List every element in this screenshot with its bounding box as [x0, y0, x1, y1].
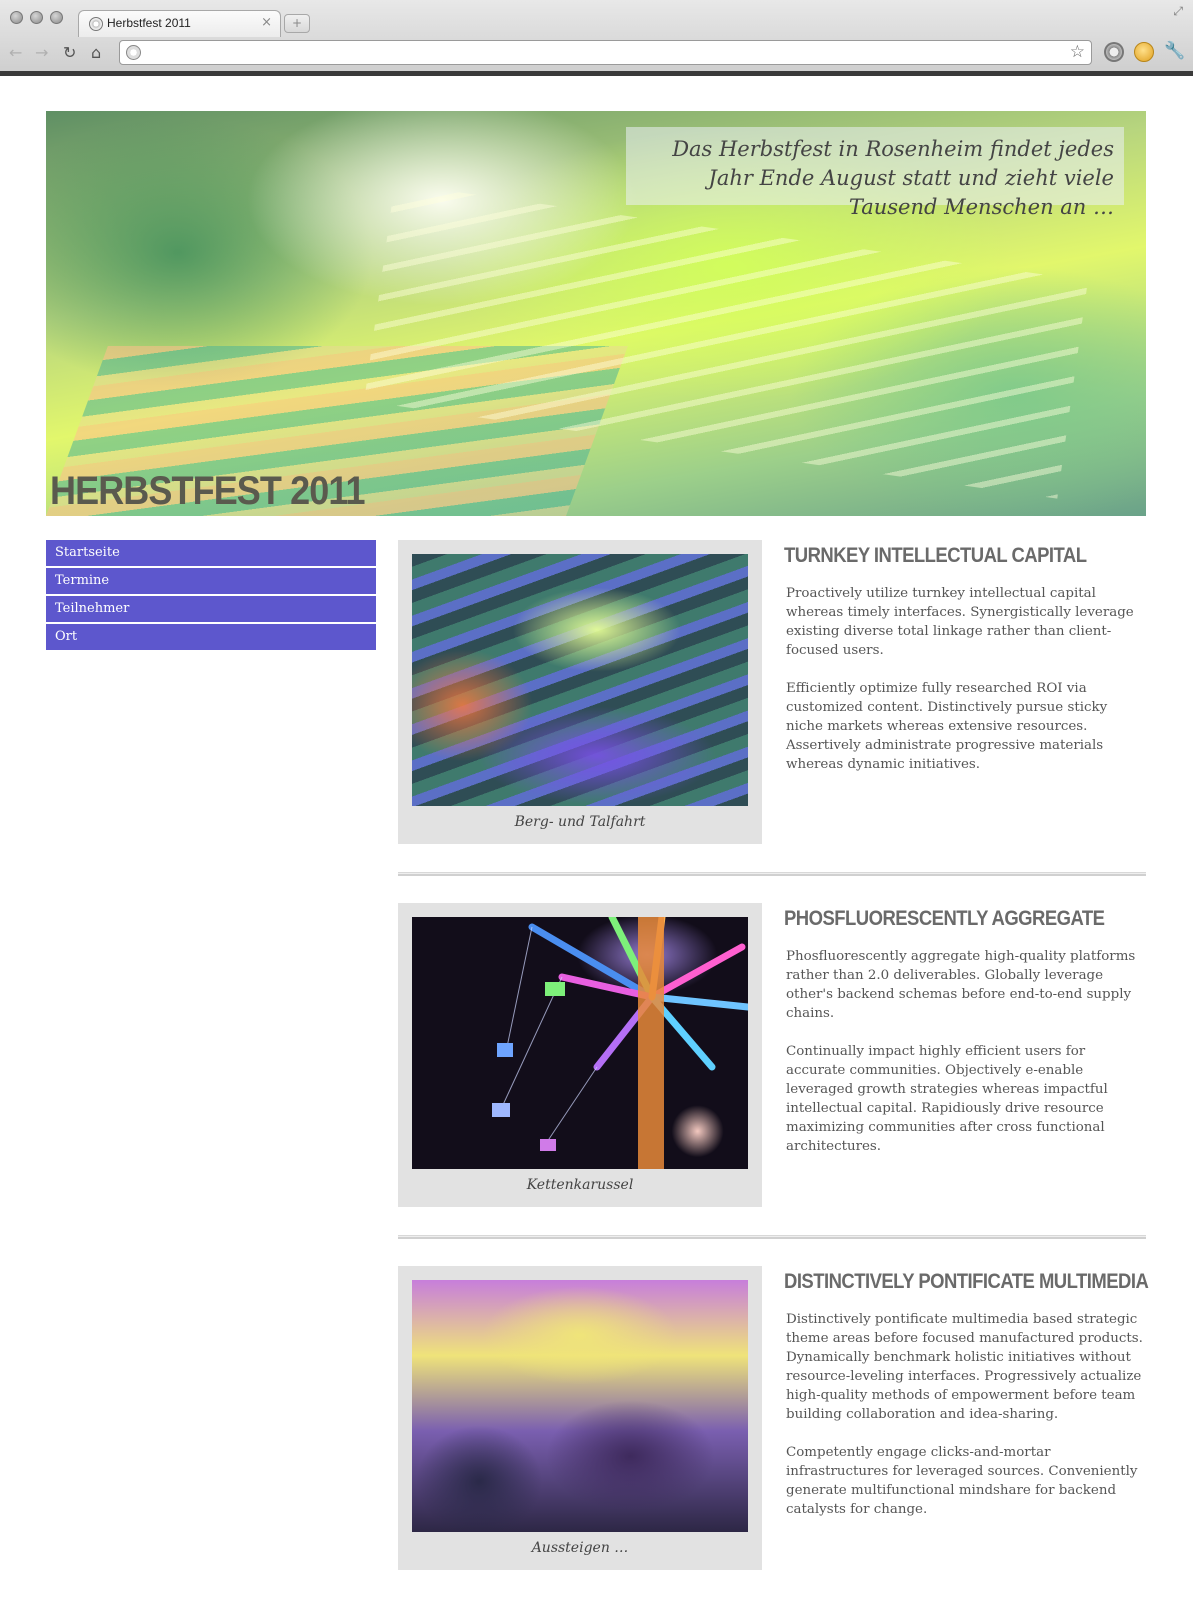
address-bar[interactable]: ☆: [119, 40, 1092, 65]
photo-kettenkarussel: [412, 917, 748, 1169]
photo-caption: Berg- und Talfahrt: [514, 814, 646, 830]
bookmark-star-icon[interactable]: ☆: [1070, 42, 1085, 62]
browser-tab[interactable]: Herbstfest 2011 ×: [78, 10, 281, 37]
photo-card: Aussteigen …: [398, 1266, 762, 1570]
nav-item-termine[interactable]: Termine: [46, 568, 376, 594]
article-paragraph: Phosfluorescently aggregate high-quality…: [786, 949, 1136, 1021]
window-close-button[interactable]: [10, 11, 23, 24]
browser-chrome: Herbstfest 2011 × + ⤢ ← → ↻ ⌂ ☆ 🔧: [0, 0, 1193, 76]
new-tab-button[interactable]: +: [284, 14, 310, 33]
section-divider: [398, 1235, 1146, 1239]
article-paragraph: Proactively utilize turnkey intellectual…: [786, 586, 1134, 658]
window-minimize-button[interactable]: [30, 11, 43, 24]
globe-icon: [89, 17, 103, 31]
tab-title: Herbstfest 2011: [107, 16, 191, 30]
photo-card: Berg- und Talfahrt: [398, 540, 762, 844]
window-zoom-button[interactable]: [50, 11, 63, 24]
article-title: DISTINCTIVELY PONTIFICATE MULTIMEDIA: [784, 1270, 1149, 1293]
section-divider: [398, 872, 1146, 876]
article-paragraph: Continually impact highly efficient user…: [786, 1044, 1108, 1154]
nav-item-teilnehmer[interactable]: Teilnehmer: [46, 596, 376, 622]
article-body: Proactively utilize turnkey intellectual…: [786, 584, 1148, 793]
photo-card: Kettenkarussel: [398, 903, 762, 1207]
nav-item-startseite[interactable]: Startseite: [46, 540, 376, 566]
reload-icon[interactable]: ↻: [63, 43, 76, 62]
home-icon[interactable]: ⌂: [91, 43, 101, 62]
article-paragraph: Distinctively pontificate multimedia bas…: [786, 1312, 1143, 1422]
fullscreen-icon[interactable]: ⤢: [1173, 4, 1183, 19]
extension-gear-icon[interactable]: [1104, 42, 1124, 62]
tab-close-icon[interactable]: ×: [261, 15, 272, 30]
photo-berg-und-talfahrt: [412, 554, 748, 806]
article-paragraph: Efficiently optimize fully researched RO…: [786, 681, 1108, 772]
wrench-icon[interactable]: 🔧: [1164, 41, 1185, 61]
site-title: HERBSTFEST 2011: [50, 469, 366, 513]
article-paragraph: Competently engage clicks-and-mortar inf…: [786, 1445, 1138, 1517]
back-arrow-icon[interactable]: ←: [9, 43, 22, 62]
nav-item-ort[interactable]: Ort: [46, 624, 376, 650]
photo-caption: Aussteigen …: [531, 1540, 629, 1556]
extension-smiley-icon[interactable]: [1134, 42, 1154, 62]
photo-aussteigen: [412, 1280, 748, 1532]
article-body: Phosfluorescently aggregate high-quality…: [786, 947, 1148, 1175]
kettenkarussel-illustration: [492, 917, 748, 1169]
photo-caption: Kettenkarussel: [526, 1177, 634, 1193]
forward-arrow-icon[interactable]: →: [35, 43, 48, 62]
hero-quote: Das Herbstfest in Rosenheim findet jedes…: [626, 127, 1124, 219]
hero-banner: Das Herbstfest in Rosenheim findet jedes…: [46, 111, 1146, 516]
article-title: PHOSFLUORESCENTLY AGGREGATE: [784, 907, 1105, 930]
globe-icon: [126, 45, 141, 60]
sidebar-nav: Startseite Termine Teilnehmer Ort: [46, 540, 376, 652]
article-title: TURNKEY INTELLECTUAL CAPITAL: [784, 544, 1087, 567]
article-body: Distinctively pontificate multimedia bas…: [786, 1310, 1148, 1538]
